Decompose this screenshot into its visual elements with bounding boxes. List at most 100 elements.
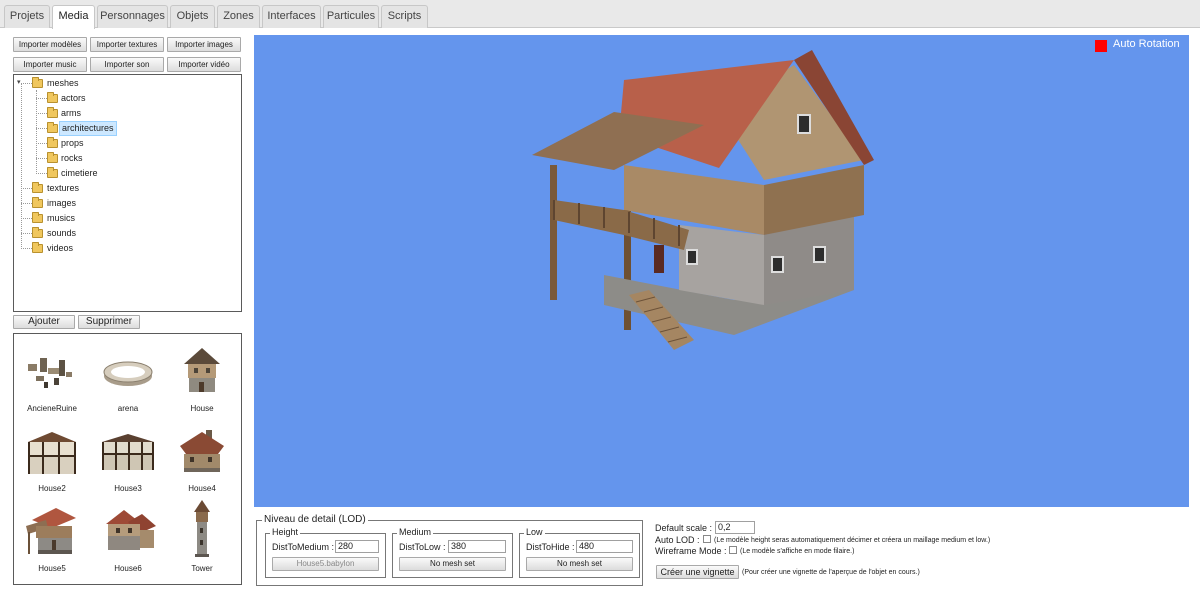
house5-thumbnail-image — [26, 508, 76, 554]
tree-item-label: textures — [47, 183, 80, 193]
import-images-button[interactable]: Importer images — [167, 37, 241, 52]
tree-line — [36, 173, 47, 174]
tower-thumbnail-image — [194, 500, 210, 557]
tree-line — [36, 143, 47, 144]
tab-projets[interactable]: Projets — [4, 5, 50, 28]
dist-to-medium-input[interactable]: 280 — [335, 540, 379, 553]
tree-line — [21, 248, 32, 249]
tab-personnages[interactable]: Personnages — [97, 5, 168, 28]
dist-to-hide-label: DistToHide : — [526, 542, 575, 552]
tree-line — [36, 128, 47, 129]
add-button[interactable]: Ajouter — [13, 315, 75, 329]
auto-lod-checkbox[interactable] — [703, 535, 711, 543]
tab-bar: Projets Media Personnages Objets Zones I… — [0, 0, 1200, 29]
auto-rotation-indicator[interactable] — [1095, 40, 1107, 52]
thumbnail-tower[interactable] — [172, 498, 232, 560]
create-thumbnail-button[interactable]: Créer une vignette — [656, 565, 739, 579]
folder-icon — [47, 137, 58, 148]
house-3d-model — [532, 50, 874, 350]
folder-icon — [32, 212, 43, 223]
thumbnail-house5[interactable] — [22, 504, 82, 558]
import-music-button[interactable]: Importer music — [13, 57, 87, 72]
tree-item-architectures[interactable]: architectures — [47, 121, 117, 136]
folder-icon — [32, 227, 43, 238]
folder-icon — [47, 122, 58, 133]
import-sound-button[interactable]: Importer son — [90, 57, 164, 72]
tree-item-actors[interactable]: actors — [47, 91, 117, 106]
tree-line — [21, 218, 32, 219]
house6-thumbnail-image — [106, 510, 156, 550]
tree-item-textures[interactable]: textures — [32, 181, 102, 196]
tree-line — [36, 98, 47, 99]
tab-media[interactable]: Media — [52, 5, 95, 29]
thumbnail-label: House — [190, 404, 214, 413]
dist-to-medium-label: DistToMedium : — [272, 542, 335, 552]
dist-to-low-label: DistToLow : — [399, 542, 446, 552]
import-textures-button[interactable]: Importer textures — [90, 37, 164, 52]
lod-title: Niveau de detail (LOD) — [262, 514, 368, 525]
thumbnail-house4[interactable] — [172, 424, 232, 478]
auto-rotation-label[interactable]: Auto Rotation — [1113, 38, 1180, 50]
tree-item-label: actors — [61, 93, 86, 103]
thumbnail-house2[interactable] — [22, 428, 82, 478]
tree-item-videos[interactable]: videos — [32, 241, 102, 256]
dist-to-hide-input[interactable]: 480 — [576, 540, 633, 553]
default-scale-label: Default scale : — [655, 523, 713, 533]
tab-interfaces[interactable]: Interfaces — [262, 5, 321, 28]
height-mesh-button[interactable]: House5.babylon — [272, 557, 379, 571]
default-scale-input[interactable]: 0,2 — [715, 521, 755, 534]
tree-item-images[interactable]: images — [32, 196, 102, 211]
expand-arrow-icon[interactable]: ▾ — [17, 78, 21, 86]
tab-objets[interactable]: Objets — [170, 5, 215, 28]
tree-line — [21, 83, 22, 249]
house3-thumbnail-image — [102, 434, 154, 470]
folder-icon — [47, 152, 58, 163]
tree-item-label: videos — [47, 243, 74, 253]
tree-item-label: meshes — [47, 78, 79, 88]
wireframe-note: (Le modèle s'affiche en mode filaire.) — [740, 548, 855, 555]
tree-item-label: rocks — [61, 153, 83, 163]
tree-item-musics[interactable]: musics — [32, 211, 102, 226]
thumbnail-label: House3 — [114, 484, 142, 493]
folder-icon — [32, 242, 43, 253]
thumbnail-ancieneruine[interactable] — [22, 348, 82, 398]
import-video-button[interactable]: Importer vidéo — [167, 57, 241, 72]
folder-icon — [32, 77, 43, 88]
import-models-button[interactable]: Importer modèles — [13, 37, 87, 52]
thumbnail-label: House4 — [188, 484, 216, 493]
tree-line — [36, 158, 47, 159]
tree-line — [36, 90, 37, 174]
thumbnail-house[interactable] — [172, 344, 232, 398]
3d-viewport[interactable]: Auto Rotation — [254, 35, 1189, 507]
dist-to-low-input[interactable]: 380 — [448, 540, 506, 553]
wireframe-checkbox[interactable] — [729, 546, 737, 554]
folder-icon — [32, 182, 43, 193]
medium-mesh-button[interactable]: No mesh set — [399, 557, 506, 571]
file-tree: ▾ meshes actors arms architectures props… — [13, 74, 242, 312]
thumbnail-arena[interactable] — [98, 348, 158, 398]
tree-item-cimetiere[interactable]: cimetiere — [47, 166, 117, 181]
tree-item-arms[interactable]: arms — [47, 106, 117, 121]
delete-button[interactable]: Supprimer — [78, 315, 140, 329]
wireframe-label: Wireframe Mode : — [655, 546, 727, 556]
thumbnail-house6[interactable] — [98, 504, 158, 558]
low-mesh-button[interactable]: No mesh set — [526, 557, 633, 571]
tree-item-label: sounds — [47, 228, 77, 238]
tree-item-sounds[interactable]: sounds — [32, 226, 102, 241]
lod-low-label: Low — [524, 527, 545, 537]
thumbnail-label: House2 — [38, 484, 66, 493]
tree-item-rocks[interactable]: rocks — [47, 151, 117, 166]
thumbnail-house3[interactable] — [98, 428, 158, 478]
folder-icon — [47, 167, 58, 178]
tab-zones[interactable]: Zones — [217, 5, 260, 28]
folder-icon — [47, 107, 58, 118]
tab-particules[interactable]: Particules — [323, 5, 379, 28]
tree-item-props[interactable]: props — [47, 136, 117, 151]
thumbnail-label: AncieneRuine — [27, 404, 77, 413]
house4-thumbnail-image — [180, 430, 224, 472]
tree-line — [21, 203, 32, 204]
house-thumbnail-image — [184, 348, 220, 392]
tab-scripts[interactable]: Scripts — [381, 5, 428, 28]
thumbnail-label: House5 — [38, 564, 66, 573]
auto-lod-note: (Le modèle height seras automatiquement … — [714, 537, 991, 544]
